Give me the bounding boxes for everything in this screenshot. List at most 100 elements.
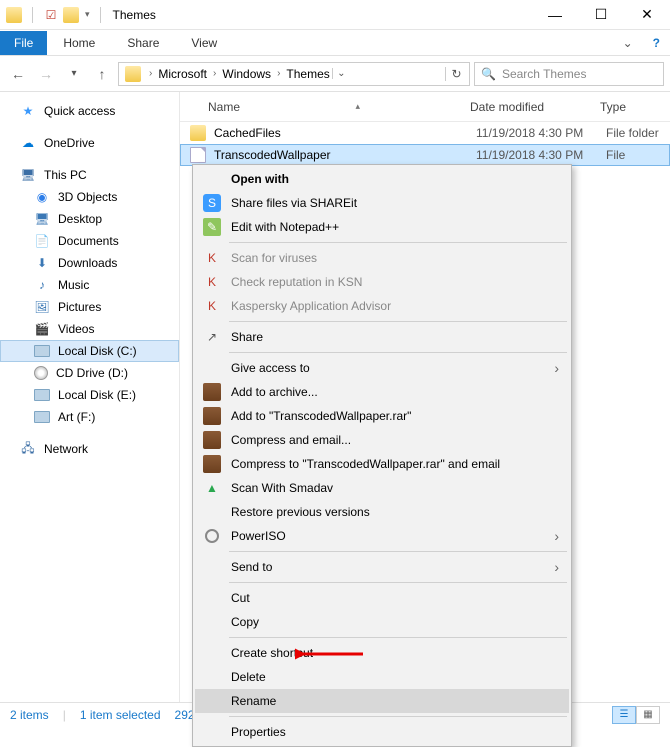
maximize-button[interactable]: ☐ [578,0,624,30]
menu-kav-advisor[interactable]: KKaspersky Application Advisor [195,294,569,318]
nav-recent-dropdown[interactable]: ▾ [62,62,86,86]
sort-indicator-icon: ▴ [355,101,360,112]
menu-smadav[interactable]: ▲Scan With Smadav [195,476,569,500]
menu-label: Share [231,330,263,344]
shareit-icon: S [203,194,221,212]
menu-add-rar[interactable]: Add to "TranscodedWallpaper.rar" [195,404,569,428]
qat-dropdown-icon[interactable]: ▾ [85,9,90,20]
sidebar-item-local-disk-e[interactable]: Local Disk (E:) [0,384,179,406]
chevron-right-icon[interactable]: › [209,68,220,79]
breadcrumb-0[interactable]: Microsoft [156,67,209,81]
nav-back-button[interactable]: ← [6,62,30,86]
menu-separator [229,551,567,552]
column-name[interactable]: Name ▴ [180,100,470,114]
folder-icon [190,125,206,141]
search-input[interactable]: 🔍 Search Themes [474,62,664,86]
sidebar-label: Local Disk (E:) [58,388,136,402]
menu-rename[interactable]: Rename [195,689,569,713]
menu-delete[interactable]: Delete [195,665,569,689]
menu-give-access[interactable]: Give access to› [195,356,569,380]
menu-shareit[interactable]: SShare files via SHAREit [195,191,569,215]
ribbon-expand-icon[interactable]: ⌄ [613,36,643,50]
qat-properties-icon[interactable]: ☑ [43,7,59,23]
sidebar-item-pictures[interactable]: 🖼 Pictures [0,296,179,318]
view-details-button[interactable]: ☰ [612,706,636,724]
sidebar-item-art-f[interactable]: Art (F:) [0,406,179,428]
file-row-folder[interactable]: CachedFiles 11/19/2018 4:30 PM File fold… [180,122,670,144]
window-title: Themes [113,8,156,22]
videos-icon: 🎬 [34,321,50,337]
menu-scan-virus[interactable]: KScan for viruses [195,246,569,270]
nav-up-button[interactable]: ↑ [90,62,114,86]
menu-copy[interactable]: Copy [195,610,569,634]
address-dropdown-icon[interactable]: ⌄ [332,68,350,79]
chevron-right-icon[interactable]: › [273,68,284,79]
network-icon: 🖧 [20,441,36,457]
tab-share[interactable]: Share [111,31,175,55]
menu-label: Give access to [231,361,310,375]
refresh-icon[interactable]: ↻ [445,67,467,81]
file-row-selected[interactable]: TranscodedWallpaper 11/19/2018 4:30 PM F… [180,144,670,166]
menu-label: Rename [231,694,276,708]
status-item-count: 2 items [10,708,49,722]
menu-properties[interactable]: Properties [195,720,569,744]
sidebar-item-cd-drive[interactable]: CD Drive (D:) [0,362,179,384]
menu-compress-email[interactable]: Compress and email... [195,428,569,452]
menu-share[interactable]: ↗Share [195,325,569,349]
navbar: ← → ▾ ↑ › Microsoft › Windows › Themes ⌄… [0,56,670,92]
menu-cut[interactable]: Cut [195,586,569,610]
cd-icon [34,366,48,380]
column-type[interactable]: Type [600,100,670,114]
search-icon: 🔍 [481,67,496,81]
breadcrumb-2[interactable]: Themes [284,67,331,81]
nav-forward-button[interactable]: → [34,62,58,86]
menu-separator [229,352,567,353]
menu-label: Compress to "TranscodedWallpaper.rar" an… [231,457,500,471]
view-icons-button[interactable]: ▦ [636,706,660,724]
sidebar-item-downloads[interactable]: ⬇ Downloads [0,252,179,274]
sidebar-quick-access[interactable]: ★ Quick access [0,100,179,122]
sidebar-item-local-disk-c[interactable]: Local Disk (C:) [0,340,179,362]
sidebar-item-videos[interactable]: 🎬 Videos [0,318,179,340]
menu-label: Check reputation in KSN [231,275,362,289]
sidebar-item-documents[interactable]: 📄 Documents [0,230,179,252]
tab-home[interactable]: Home [47,31,111,55]
annotation-arrow [295,647,365,661]
poweriso-icon [203,527,221,545]
chevron-right-icon[interactable]: › [145,68,156,79]
ribbon: File Home Share View ⌄ ? [0,30,670,56]
sidebar-onedrive[interactable]: ☁ OneDrive [0,132,179,154]
sidebar-this-pc[interactable]: 🖥 This PC [0,164,179,186]
menu-add-archive[interactable]: Add to archive... [195,380,569,404]
menu-label: Add to "TranscodedWallpaper.rar" [231,409,411,423]
cloud-icon: ☁ [20,135,36,151]
address-bar[interactable]: › Microsoft › Windows › Themes ⌄ ↻ [118,62,470,86]
column-date[interactable]: Date modified [470,100,600,114]
menu-send-to[interactable]: Send to› [195,555,569,579]
qat-newfolder-icon[interactable] [63,7,79,23]
menu-open-with[interactable]: Open with [195,167,569,191]
menu-notepad[interactable]: ✎Edit with Notepad++ [195,215,569,239]
file-type: File [606,148,625,162]
minimize-button[interactable]: — [532,0,578,30]
menu-create-shortcut[interactable]: Create shortcut [195,641,569,665]
help-icon[interactable]: ? [643,36,670,50]
menu-poweriso[interactable]: PowerISO› [195,524,569,548]
breadcrumb-1[interactable]: Windows [220,67,273,81]
sidebar-label: Art (F:) [58,410,95,424]
menu-check-ksn[interactable]: KCheck reputation in KSN [195,270,569,294]
sidebar-item-music[interactable]: ♪ Music [0,274,179,296]
sidebar-network[interactable]: 🖧 Network [0,438,179,460]
menu-compress-rar-email[interactable]: Compress to "TranscodedWallpaper.rar" an… [195,452,569,476]
menu-label: Cut [231,591,250,605]
menu-restore[interactable]: Restore previous versions [195,500,569,524]
tab-file[interactable]: File [0,31,47,55]
close-button[interactable]: ✕ [624,0,670,30]
sidebar-item-3d-objects[interactable]: ◉ 3D Objects [0,186,179,208]
sidebar-label: Network [44,442,88,456]
tab-view[interactable]: View [175,31,233,55]
sidebar-label: Music [58,278,89,292]
smadav-icon: ▲ [203,479,221,497]
sidebar-item-desktop[interactable]: 🖥 Desktop [0,208,179,230]
address-folder-icon [125,66,141,82]
